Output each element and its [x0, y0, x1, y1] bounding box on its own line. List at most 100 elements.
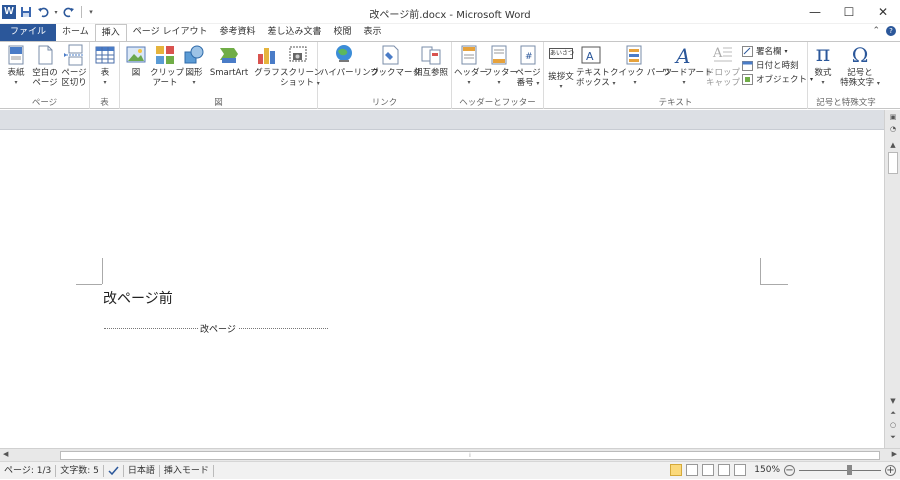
- previous-page-icon[interactable]: ⏶: [887, 408, 899, 418]
- help-icon[interactable]: ?: [886, 26, 896, 36]
- cross-reference-icon: [420, 44, 442, 66]
- greeting-icon-text: あいさつ: [549, 48, 575, 59]
- horizontal-scroll-thumb[interactable]: ⁞: [60, 451, 880, 460]
- tab-mailings[interactable]: 差し込み文書: [261, 24, 327, 41]
- chart-icon: [256, 44, 278, 66]
- ribbon-tabs-right: ⌃ ?: [872, 26, 896, 36]
- zoom-in-button[interactable]: +: [885, 464, 896, 476]
- vertical-scroll-thumb[interactable]: [888, 152, 898, 174]
- tab-view[interactable]: 表示: [358, 24, 388, 41]
- bookmark-label: ブックマーク: [370, 68, 422, 78]
- close-button[interactable]: ✕: [866, 0, 900, 24]
- ruler-toggle-icon[interactable]: ▣: [887, 112, 899, 122]
- scroll-up-arrow-icon[interactable]: ▲: [887, 140, 899, 150]
- tab-references[interactable]: 参考資料: [213, 24, 261, 41]
- page-break-button[interactable]: ページ 区切り: [60, 44, 88, 88]
- tab-file[interactable]: ファイル: [0, 24, 57, 41]
- tab-review[interactable]: 校閲: [327, 24, 357, 41]
- status-word-count[interactable]: 文字数: 5: [56, 464, 104, 477]
- scroll-down-arrow-icon[interactable]: ▼: [887, 396, 899, 406]
- textbox-button[interactable]: A テキスト ボックス ▾: [576, 44, 615, 89]
- signature-line-icon: [742, 45, 753, 57]
- tab-home[interactable]: ホーム: [56, 24, 95, 41]
- horizontal-scrollbar[interactable]: ◀ ⁞ ▶: [0, 448, 900, 461]
- header-button[interactable]: ヘッダー ▾: [454, 44, 488, 88]
- quickparts-button[interactable]: クイック パーツ ▾: [610, 44, 673, 88]
- group-tables-label: 表: [100, 98, 109, 108]
- screenshot-button[interactable]: スクリーン ショット ▾: [280, 44, 322, 89]
- page-number-label-1: ページ: [515, 68, 541, 78]
- zoom-out-button[interactable]: −: [784, 464, 795, 476]
- document-area[interactable]: 改ページ前 改ページ: [0, 130, 884, 448]
- vertical-scrollbar[interactable]: ▣ ◔ ▲ ▼ ⏶ ○ ⏷: [884, 110, 900, 448]
- date-time-button[interactable]: 日付と時刻: [742, 59, 799, 71]
- zoom-slider-knob[interactable]: [847, 465, 852, 475]
- minimize-ribbon-icon[interactable]: ⌃: [872, 26, 880, 36]
- signature-line-button[interactable]: 署名欄 ▾: [742, 45, 788, 57]
- dropcap-button[interactable]: A ドロップ キャップ ▾: [706, 44, 746, 89]
- page-number-button[interactable]: # ページ 番号 ▾: [514, 44, 542, 89]
- footer-button[interactable]: フッター ▾: [484, 44, 519, 88]
- svg-text:A: A: [674, 44, 690, 66]
- title-bar: W ▾ ▾ 改ページ前.docx - Microsoft Word — ☐ ✕: [0, 0, 900, 24]
- draft-view-icon[interactable]: [734, 464, 747, 476]
- ribbon: 表紙 ▾ 空白の ページ ページ 区切り ページ 表 ▾ 表 図 クリップ アー…: [0, 41, 900, 109]
- zoom-slider[interactable]: [799, 464, 881, 476]
- cross-reference-button[interactable]: 相互参照: [412, 44, 450, 78]
- picture-label: 図: [131, 68, 141, 78]
- tab-page-layout[interactable]: ページ レイアウト: [127, 24, 214, 41]
- browse-object-icon[interactable]: ○: [887, 420, 899, 430]
- omega-icon: Ω: [851, 43, 869, 67]
- tab-insert[interactable]: 挿入: [94, 24, 127, 41]
- group-header-footer-label: ヘッダーとフッター: [459, 98, 536, 108]
- document-paragraph[interactable]: 改ページ前: [103, 288, 173, 308]
- scroll-top-icon[interactable]: ◔: [887, 124, 899, 134]
- clipart-button[interactable]: クリップ アート: [150, 44, 184, 88]
- blank-page-button[interactable]: 空白の ページ: [31, 44, 59, 88]
- footer-icon: [488, 44, 510, 66]
- object-icon: [742, 73, 753, 85]
- page-break-label-2: 区切り: [61, 78, 87, 88]
- hyperlink-button[interactable]: ハイパーリンク: [320, 44, 379, 78]
- equation-button[interactable]: π 数式 ▾: [810, 44, 836, 88]
- next-page-icon[interactable]: ⏷: [887, 432, 899, 442]
- web-layout-view-icon[interactable]: [702, 464, 715, 476]
- outline-view-icon[interactable]: [718, 464, 731, 476]
- symbol-label-2-text: 特殊文字: [840, 78, 875, 88]
- dropcap-icon: A: [712, 44, 734, 66]
- greeting-button[interactable]: あいさつ 挨拶文 ▾: [546, 44, 576, 92]
- dropcap-label-1: ドロップ: [706, 68, 741, 78]
- wordart-button[interactable]: A ワードアート ▾: [662, 44, 713, 88]
- footer-label: フッター: [484, 68, 519, 78]
- status-page[interactable]: ページ: 1/3: [0, 464, 57, 477]
- print-layout-view-icon[interactable]: [670, 464, 683, 476]
- group-illustrations: 図 クリップ アート 図形 ▾ SmartArt グラフ スクリーン ショット …: [120, 42, 322, 109]
- full-screen-reading-view-icon[interactable]: [686, 464, 699, 476]
- greeting-icon: あいさつ: [549, 48, 575, 70]
- proofing-icon[interactable]: [104, 464, 124, 477]
- maximize-button[interactable]: ☐: [832, 0, 866, 24]
- group-pages: 表紙 ▾ 空白の ページ ページ 区切り ページ: [0, 42, 90, 109]
- scroll-left-arrow-icon[interactable]: ◀: [3, 450, 8, 458]
- cover-page-icon: [5, 44, 27, 66]
- clipart-icon: [154, 44, 176, 66]
- bookmark-button[interactable]: ブックマーク: [370, 44, 422, 78]
- group-header-footer: ヘッダー ▾ フッター ▾ # ページ 番号 ▾ ヘッダーとフッター: [452, 42, 544, 109]
- smartart-button[interactable]: SmartArt: [208, 44, 250, 78]
- scroll-right-arrow-icon[interactable]: ▶: [892, 450, 897, 458]
- status-mode[interactable]: 挿入モード: [160, 464, 214, 477]
- cover-page-button[interactable]: 表紙 ▾: [3, 44, 29, 88]
- quickparts-label: クイック パーツ: [610, 68, 673, 78]
- svg-text:A: A: [712, 46, 723, 61]
- picture-button[interactable]: 図: [124, 44, 148, 78]
- zoom-level[interactable]: 150%: [754, 465, 780, 475]
- minimize-button[interactable]: —: [798, 0, 832, 24]
- blank-page-label-1: 空白の: [32, 68, 58, 78]
- table-button[interactable]: 表 ▾: [93, 44, 117, 88]
- chart-button[interactable]: グラフ: [254, 44, 280, 78]
- symbol-button[interactable]: Ω 記号と 特殊文字 ▾: [838, 44, 882, 89]
- status-language[interactable]: 日本語: [124, 464, 160, 477]
- table-icon: [94, 44, 116, 66]
- object-button[interactable]: オブジェクト ▾: [742, 73, 813, 85]
- shapes-button[interactable]: 図形 ▾: [182, 44, 206, 88]
